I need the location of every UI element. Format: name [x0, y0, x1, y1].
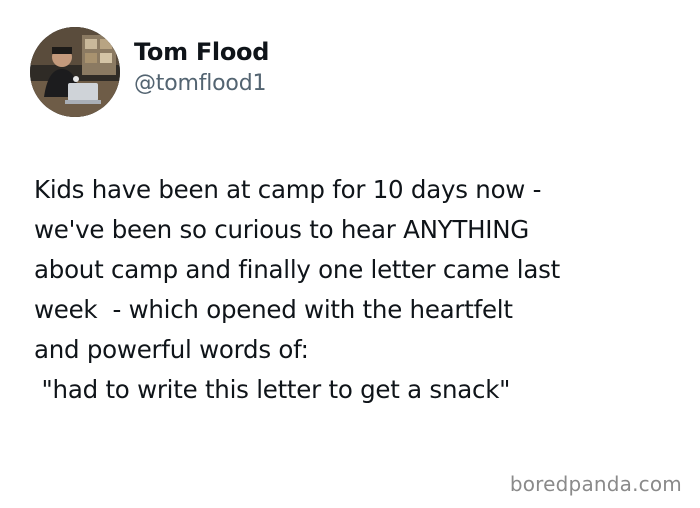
tweet-author: Tom Flood @tomflood1 [30, 26, 269, 118]
author-text: Tom Flood @tomflood1 [134, 36, 269, 99]
display-name[interactable]: Tom Flood [134, 36, 269, 68]
tweet-text-line: week - which opened with the heartfelt [34, 295, 513, 324]
tweet-card: Tom Flood @tomflood1 Kids have been at c… [0, 0, 700, 508]
tweet-text-line: about camp and finally one letter came l… [34, 255, 560, 284]
tweet-text-line: Kids have been at camp for 10 days now - [34, 175, 542, 204]
user-handle[interactable]: @tomflood1 [134, 69, 269, 99]
tweet-text: Kids have been at camp for 10 days now -… [34, 170, 684, 410]
watermark: boredpanda.com [509, 472, 682, 496]
tweet-text-line: and powerful words of: [34, 335, 309, 364]
avatar[interactable] [30, 27, 120, 117]
tweet-text-line: "had to write this letter to get a snack… [34, 375, 511, 404]
tweet-text-line: we've been so curious to hear ANYTHING [34, 215, 530, 244]
avatar-photo [30, 27, 120, 117]
